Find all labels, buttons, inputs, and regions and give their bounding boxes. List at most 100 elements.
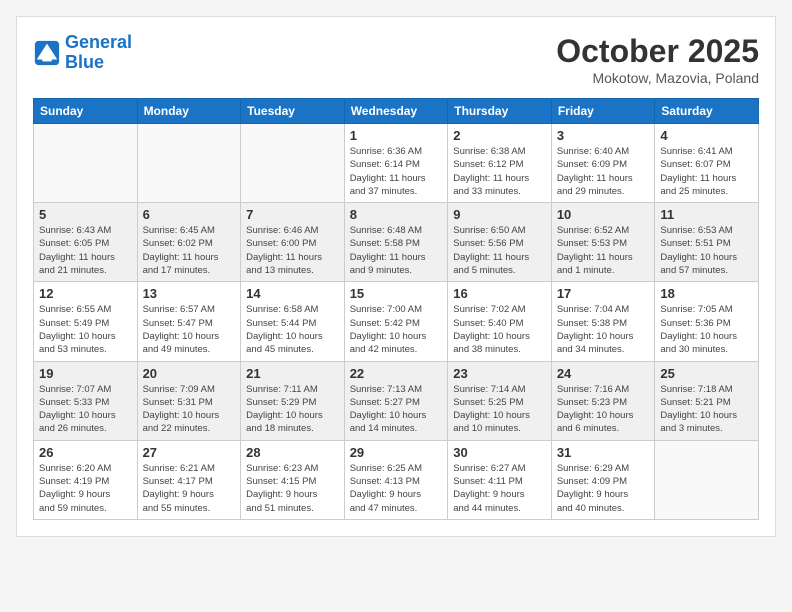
day-info: Sunrise: 6:40 AMSunset: 6:09 PMDaylight:… [557,145,650,198]
table-row: 22Sunrise: 7:13 AMSunset: 5:27 PMDayligh… [344,361,448,440]
day-number: 18 [660,286,753,301]
day-number: 11 [660,207,753,222]
table-row: 15 Sunrise: 7:00 AMSunset: 5:42 PMDayligh… [344,282,448,361]
day-info: Sunrise: 6:43 AMSunset: 6:05 PMDaylight:… [39,224,132,277]
col-monday: Monday [137,99,241,124]
day-number: 3 [557,128,650,143]
table-row: 13 Sunrise: 6:57 AMSunset: 5:47 PMDayligh… [137,282,241,361]
table-row [34,124,138,203]
table-row: 30 Sunrise: 6:27 AMSunset: 4:11 PMDayligh… [448,440,552,519]
day-number: 27 [143,445,236,460]
day-number: 20 [143,366,236,381]
header: General Blue October 2025 Mokotow, Mazov… [33,33,759,86]
day-number: 6 [143,207,236,222]
title-block: October 2025 Mokotow, Mazovia, Poland [556,33,759,86]
table-row: 23 Sunrise: 7:14 AMSunset: 5:25 PMDayligh… [448,361,552,440]
day-number: 13 [143,286,236,301]
day-number: 19 [39,366,132,381]
logo-line2: Blue [65,52,104,72]
day-number: 31 [557,445,650,460]
day-info: Sunrise: 7:14 AMSunset: 5:25 PMDaylight:… [453,383,546,436]
day-info: Sunrise: 6:41 AMSunset: 6:07 PMDaylight:… [660,145,753,198]
logo: General Blue [33,33,132,73]
calendar-week-row: 19 Sunrise: 7:07 AMSunset: 5:33 PMDayligh… [34,361,759,440]
day-info: Sunrise: 6:36 AMSunset: 6:14 PMDaylight:… [350,145,443,198]
day-info: Sunrise: 7:00 AMSunset: 5:42 PMDaylight:… [350,303,443,356]
day-info: Sunrise: 7:04 AMSunset: 5:38 PMDaylight:… [557,303,650,356]
day-number: 8 [350,207,443,222]
location-subtitle: Mokotow, Mazovia, Poland [556,70,759,86]
calendar-week-row: 1 Sunrise: 6:36 AMSunset: 6:14 PMDaylight… [34,124,759,203]
day-info: Sunrise: 6:58 AMSunset: 5:44 PMDaylight:… [246,303,339,356]
table-row: 11 Sunrise: 6:53 AMSunset: 5:51 PMDayligh… [655,203,759,282]
table-row: 18 Sunrise: 7:05 AMSunset: 5:36 PMDayligh… [655,282,759,361]
day-info: Sunrise: 7:07 AMSunset: 5:33 PMDaylight:… [39,383,132,436]
month-title: October 2025 [556,33,759,70]
day-number: 24 [557,366,650,381]
table-row: 7 Sunrise: 6:46 AMSunset: 6:00 PMDaylight… [241,203,345,282]
day-info: Sunrise: 6:52 AMSunset: 5:53 PMDaylight:… [557,224,650,277]
day-number: 12 [39,286,132,301]
col-wednesday: Wednesday [344,99,448,124]
day-number: 1 [350,128,443,143]
table-row: 28Sunrise: 6:23 AMSunset: 4:15 PMDayligh… [241,440,345,519]
day-number: 29 [350,445,443,460]
day-info: Sunrise: 6:45 AMSunset: 6:02 PMDaylight:… [143,224,236,277]
day-number: 26 [39,445,132,460]
table-row: 5 Sunrise: 6:43 AMSunset: 6:05 PMDaylight… [34,203,138,282]
day-info: Sunrise: 6:21 AMSunset: 4:17 PMDaylight:… [143,462,236,515]
day-info: Sunrise: 6:46 AMSunset: 6:00 PMDaylight:… [246,224,339,277]
col-friday: Friday [551,99,655,124]
day-info: Sunrise: 7:05 AMSunset: 5:36 PMDaylight:… [660,303,753,356]
table-row: 29 Sunrise: 6:25 AMSunset: 4:13 PMDayligh… [344,440,448,519]
day-info: Sunrise: 6:20 AMSunset: 4:19 PMDaylight:… [39,462,132,515]
day-info: Sunrise: 6:25 AMSunset: 4:13 PMDaylight:… [350,462,443,515]
table-row: 25 Sunrise: 7:18 AMSunset: 5:21 PMDayligh… [655,361,759,440]
day-number: 16 [453,286,546,301]
table-row: 21 Sunrise: 7:11 AMSunset: 5:29 PMDayligh… [241,361,345,440]
day-info: Sunrise: 6:38 AMSunset: 6:12 PMDaylight:… [453,145,546,198]
logo-icon [33,39,61,67]
table-row: 2Sunrise: 6:38 AMSunset: 6:12 PMDaylight… [448,124,552,203]
day-number: 25 [660,366,753,381]
calendar-table: Sunday Monday Tuesday Wednesday Thursday… [33,98,759,520]
calendar-page: General Blue October 2025 Mokotow, Mazov… [16,16,776,537]
table-row: 26 Sunrise: 6:20 AMSunset: 4:19 PMDayligh… [34,440,138,519]
day-info: Sunrise: 6:27 AMSunset: 4:11 PMDaylight:… [453,462,546,515]
col-saturday: Saturday [655,99,759,124]
table-row: 8Sunrise: 6:48 AMSunset: 5:58 PMDaylight… [344,203,448,282]
day-number: 21 [246,366,339,381]
day-info: Sunrise: 7:16 AMSunset: 5:23 PMDaylight:… [557,383,650,436]
day-number: 30 [453,445,546,460]
day-number: 9 [453,207,546,222]
table-row [655,440,759,519]
table-row: 27 Sunrise: 6:21 AMSunset: 4:17 PMDayligh… [137,440,241,519]
logo-line1: General [65,32,132,52]
day-info: Sunrise: 7:11 AMSunset: 5:29 PMDaylight:… [246,383,339,436]
table-row: 3 Sunrise: 6:40 AMSunset: 6:09 PMDaylight… [551,124,655,203]
table-row: 12Sunrise: 6:55 AMSunset: 5:49 PMDayligh… [34,282,138,361]
day-info: Sunrise: 7:02 AMSunset: 5:40 PMDaylight:… [453,303,546,356]
calendar-week-row: 26 Sunrise: 6:20 AMSunset: 4:19 PMDayligh… [34,440,759,519]
day-number: 15 [350,286,443,301]
logo-text: General Blue [65,33,132,73]
table-row: 17Sunrise: 7:04 AMSunset: 5:38 PMDayligh… [551,282,655,361]
day-info: Sunrise: 6:29 AMSunset: 4:09 PMDaylight:… [557,462,650,515]
table-row: 9 Sunrise: 6:50 AMSunset: 5:56 PMDaylight… [448,203,552,282]
table-row: 24 Sunrise: 7:16 AMSunset: 5:23 PMDayligh… [551,361,655,440]
day-number: 5 [39,207,132,222]
day-info: Sunrise: 7:09 AMSunset: 5:31 PMDaylight:… [143,383,236,436]
calendar-week-row: 12Sunrise: 6:55 AMSunset: 5:49 PMDayligh… [34,282,759,361]
day-info: Sunrise: 6:53 AMSunset: 5:51 PMDaylight:… [660,224,753,277]
day-number: 22 [350,366,443,381]
table-row [137,124,241,203]
day-info: Sunrise: 6:23 AMSunset: 4:15 PMDaylight:… [246,462,339,515]
table-row: 19 Sunrise: 7:07 AMSunset: 5:33 PMDayligh… [34,361,138,440]
day-info: Sunrise: 7:18 AMSunset: 5:21 PMDaylight:… [660,383,753,436]
day-number: 23 [453,366,546,381]
day-number: 7 [246,207,339,222]
day-number: 14 [246,286,339,301]
day-info: Sunrise: 6:50 AMSunset: 5:56 PMDaylight:… [453,224,546,277]
col-thursday: Thursday [448,99,552,124]
day-info: Sunrise: 6:57 AMSunset: 5:47 PMDaylight:… [143,303,236,356]
